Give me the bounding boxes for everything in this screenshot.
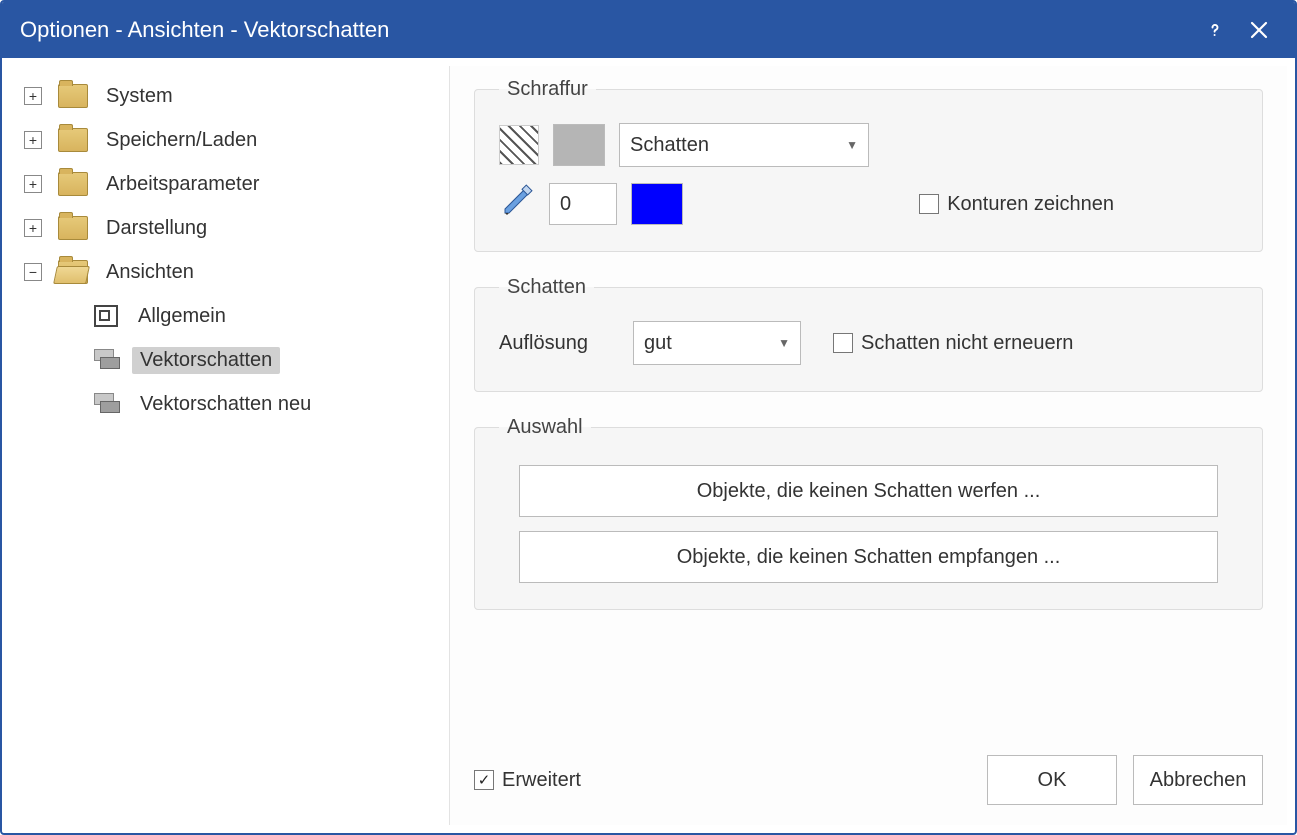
group-auswahl: Auswahl Objekte, die keinen Schatten wer… [474, 416, 1263, 610]
tree-label: Ansichten [98, 259, 202, 286]
ok-button[interactable]: OK [987, 755, 1117, 805]
chevron-down-icon: ▼ [846, 138, 858, 152]
tree-label: Vektorschatten neu [132, 391, 319, 418]
checkbox-label: Konturen zeichnen [947, 193, 1114, 216]
expand-icon[interactable]: + [24, 87, 42, 105]
no-refresh-checkbox[interactable]: Schatten nicht erneuern [833, 332, 1073, 355]
help-button[interactable] [1193, 8, 1237, 52]
folder-icon [58, 84, 88, 108]
tree-item-vektorschatten-neu[interactable]: Vektorschatten neu [94, 382, 449, 426]
cancel-button[interactable]: Abbrechen [1133, 755, 1263, 805]
checkbox-label: Erweitert [502, 769, 581, 792]
tree-item-darstellung[interactable]: + Darstellung [24, 206, 449, 250]
checkbox-label: Schatten nicht erneuern [861, 332, 1073, 355]
pen-color-swatch[interactable] [631, 183, 683, 225]
checkbox-box [919, 194, 939, 214]
group-legend: Auswahl [499, 416, 591, 439]
hatch-icon[interactable] [499, 125, 539, 165]
tree-item-system[interactable]: + System [24, 74, 449, 118]
tree-label: Allgemein [130, 303, 234, 330]
pencil-icon[interactable] [499, 183, 535, 225]
dropdown-value: Schatten [630, 134, 836, 157]
tree-item-arbeitsparameter[interactable]: + Arbeitsparameter [24, 162, 449, 206]
input-value: 0 [560, 193, 571, 216]
button-label: OK [1038, 769, 1067, 792]
resolution-label: Auflösung [499, 332, 619, 355]
group-legend: Schraffur [499, 78, 596, 101]
expand-icon[interactable]: + [24, 219, 42, 237]
titlebar: Optionen - Ansichten - Vektorschatten [2, 2, 1295, 58]
fill-color-swatch[interactable] [553, 124, 605, 166]
dropdown-value: gut [644, 332, 768, 355]
window-title: Optionen - Ansichten - Vektorschatten [20, 17, 1193, 43]
folder-icon [58, 216, 88, 240]
collapse-icon[interactable]: − [24, 263, 42, 281]
checkbox-box [474, 770, 494, 790]
page-icon [94, 305, 118, 327]
checkbox-box [833, 333, 853, 353]
folder-icon [58, 128, 88, 152]
pen-width-input[interactable]: 0 [549, 183, 617, 225]
tree-label: Darstellung [98, 215, 215, 242]
options-dialog: Optionen - Ansichten - Vektorschatten + … [0, 0, 1297, 835]
tree-label: Speichern/Laden [98, 127, 265, 154]
dialog-footer: Erweitert OK Abbrechen [474, 749, 1263, 805]
expand-icon[interactable]: + [24, 175, 42, 193]
objects-no-cast-button[interactable]: Objekte, die keinen Schatten werfen ... [519, 465, 1218, 517]
group-schraffur: Schraffur Schatten ▼ 0 [474, 78, 1263, 252]
button-label: Objekte, die keinen Schatten werfen ... [697, 480, 1041, 503]
folder-open-icon [58, 260, 88, 284]
tree-label: System [98, 83, 181, 110]
tree-item-ansichten[interactable]: − Ansichten [24, 250, 449, 294]
tree-item-vektorschatten[interactable]: Vektorschatten [94, 338, 449, 382]
settings-panel: Schraffur Schatten ▼ 0 [450, 66, 1287, 825]
cubes-icon [94, 393, 120, 415]
expand-icon[interactable]: + [24, 131, 42, 149]
button-label: Objekte, die keinen Schatten empfangen .… [677, 546, 1061, 569]
category-tree: + System + Speichern/Laden + [10, 66, 450, 825]
tree-item-speichern-laden[interactable]: + Speichern/Laden [24, 118, 449, 162]
tree-label: Arbeitsparameter [98, 171, 267, 198]
extended-checkbox[interactable]: Erweitert [474, 769, 581, 792]
folder-icon [58, 172, 88, 196]
group-legend: Schatten [499, 276, 594, 299]
tree-item-allgemein[interactable]: Allgemein [94, 294, 449, 338]
draw-contours-checkbox[interactable]: Konturen zeichnen [919, 193, 1114, 216]
button-label: Abbrechen [1150, 769, 1247, 792]
group-schatten: Schatten Auflösung gut ▼ Schatten nicht … [474, 276, 1263, 392]
resolution-dropdown[interactable]: gut ▼ [633, 321, 801, 365]
tree-label: Vektorschatten [132, 347, 280, 374]
chevron-down-icon: ▼ [778, 336, 790, 350]
close-button[interactable] [1237, 8, 1281, 52]
objects-no-receive-button[interactable]: Objekte, die keinen Schatten empfangen .… [519, 531, 1218, 583]
layer-dropdown[interactable]: Schatten ▼ [619, 123, 869, 167]
cubes-icon [94, 349, 120, 371]
